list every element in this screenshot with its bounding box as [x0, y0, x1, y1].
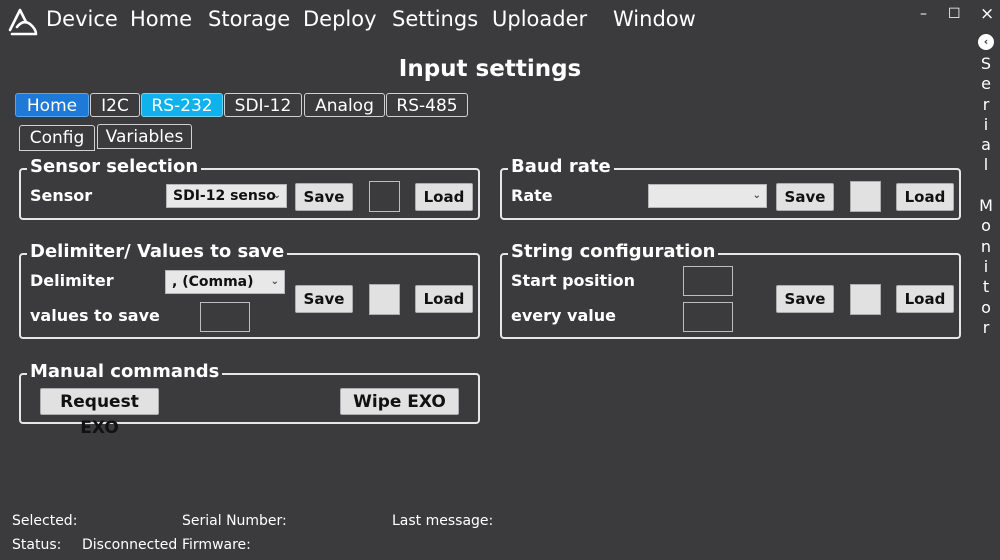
chevron-down-icon: ⌄ — [752, 190, 761, 201]
group-title: Delimiter/ Values to save — [27, 241, 288, 262]
serial-monitor-letter: o — [981, 216, 991, 236]
selected-label: Selected: — [12, 513, 78, 529]
start-position-input[interactable] — [683, 266, 733, 296]
sensor-save-button[interactable]: Save — [295, 183, 353, 211]
serial-monitor-toggle[interactable]: Serial Monitor — [978, 54, 994, 338]
menu-window[interactable]: Window — [613, 7, 696, 31]
tab-analog[interactable]: Analog — [304, 93, 385, 117]
close-icon[interactable]: × — [980, 4, 994, 24]
sensor-status-box — [369, 181, 400, 212]
serial-monitor-letter: a — [981, 135, 991, 155]
menu-deploy[interactable]: Deploy — [303, 7, 377, 31]
app-logo-icon — [8, 8, 38, 36]
menu-home[interactable]: Home — [130, 7, 192, 31]
request-exo-button[interactable]: Request EXO — [40, 388, 159, 438]
serial-monitor-letter: M — [979, 196, 993, 216]
serial-monitor-letter: e — [981, 74, 991, 94]
menu-device[interactable]: Device — [46, 7, 118, 31]
menu-storage[interactable]: Storage — [208, 7, 290, 31]
chevron-down-icon: ⌄ — [272, 190, 281, 201]
menu-settings[interactable]: Settings — [392, 7, 478, 31]
status-value: Disconnected — [82, 537, 178, 553]
every-value-input[interactable] — [683, 302, 733, 332]
delimiter-save-button[interactable]: Save — [295, 285, 353, 313]
rate-save-button[interactable]: Save — [776, 183, 834, 211]
minimize-icon[interactable]: – — [920, 6, 927, 22]
tab-rs232[interactable]: RS-232 — [141, 93, 223, 117]
chevron-down-icon: ⌄ — [270, 276, 279, 287]
delimiter-load-button[interactable]: Load — [415, 285, 473, 313]
serial-monitor-letter — [978, 176, 994, 196]
serial-monitor-letter: o — [981, 297, 991, 317]
serial-monitor-letter: i — [983, 114, 989, 134]
serial-monitor-letter: r — [982, 94, 990, 114]
status-label: Status: — [12, 537, 62, 553]
serial-monitor-letter: r — [982, 317, 990, 337]
menu-uploader[interactable]: Uploader — [492, 7, 587, 31]
serial-monitor-letter: S — [980, 54, 992, 73]
last-message-label: Last message: — [392, 513, 494, 529]
firmware-label: Firmware: — [182, 537, 251, 553]
group-title: Baud rate — [508, 156, 614, 177]
tab-i2c[interactable]: I2C — [90, 93, 140, 117]
serial-monitor-letter: t — [982, 277, 990, 297]
start-position-label: Start position — [511, 271, 636, 290]
serial-number-label: Serial Number: — [182, 513, 287, 529]
delimiter-label: Delimiter — [30, 271, 114, 290]
string-status-box — [850, 284, 881, 315]
maximize-icon[interactable]: ☐ — [948, 6, 961, 22]
delimiter-select-value: , (Comma) — [172, 274, 254, 290]
subtab-config[interactable]: Config — [19, 125, 95, 151]
sensor-select-value: SDI-12 senso — [173, 188, 276, 204]
group-title: Manual commands — [27, 361, 223, 382]
rate-label: Rate — [511, 186, 553, 205]
delimiter-select[interactable]: , (Comma) ⌄ — [165, 270, 285, 294]
values-to-save-label: values to save — [30, 306, 160, 325]
group-title: String configuration — [508, 241, 719, 262]
menu-bar: Device Home Storage Deploy Settings Uplo… — [0, 0, 960, 42]
every-value-label: every value — [511, 306, 616, 325]
wipe-exo-button[interactable]: Wipe EXO — [340, 388, 459, 415]
string-save-button[interactable]: Save — [776, 285, 834, 313]
string-load-button[interactable]: Load — [896, 285, 954, 313]
tab-home[interactable]: Home — [15, 93, 89, 117]
collapse-icon[interactable]: ‹ — [978, 34, 994, 50]
rate-load-button[interactable]: Load — [896, 183, 954, 211]
serial-monitor-letter: l — [983, 155, 989, 175]
serial-monitor-letter: n — [980, 236, 992, 256]
subtab-variables[interactable]: Variables — [97, 124, 192, 149]
values-to-save-input[interactable] — [200, 302, 250, 332]
rate-status-box — [850, 181, 881, 212]
delimiter-status-box — [369, 284, 400, 315]
group-title: Sensor selection — [27, 156, 202, 177]
sensor-label: Sensor — [30, 186, 93, 205]
rate-select[interactable]: ⌄ — [648, 184, 767, 208]
tab-rs485[interactable]: RS-485 — [386, 93, 468, 117]
tab-sdi12[interactable]: SDI-12 — [224, 93, 302, 117]
serial-monitor-letter: i — [983, 256, 989, 276]
page-title: Input settings — [398, 56, 582, 82]
sensor-select[interactable]: SDI-12 senso ⌄ — [166, 184, 287, 208]
sensor-load-button[interactable]: Load — [415, 183, 473, 211]
